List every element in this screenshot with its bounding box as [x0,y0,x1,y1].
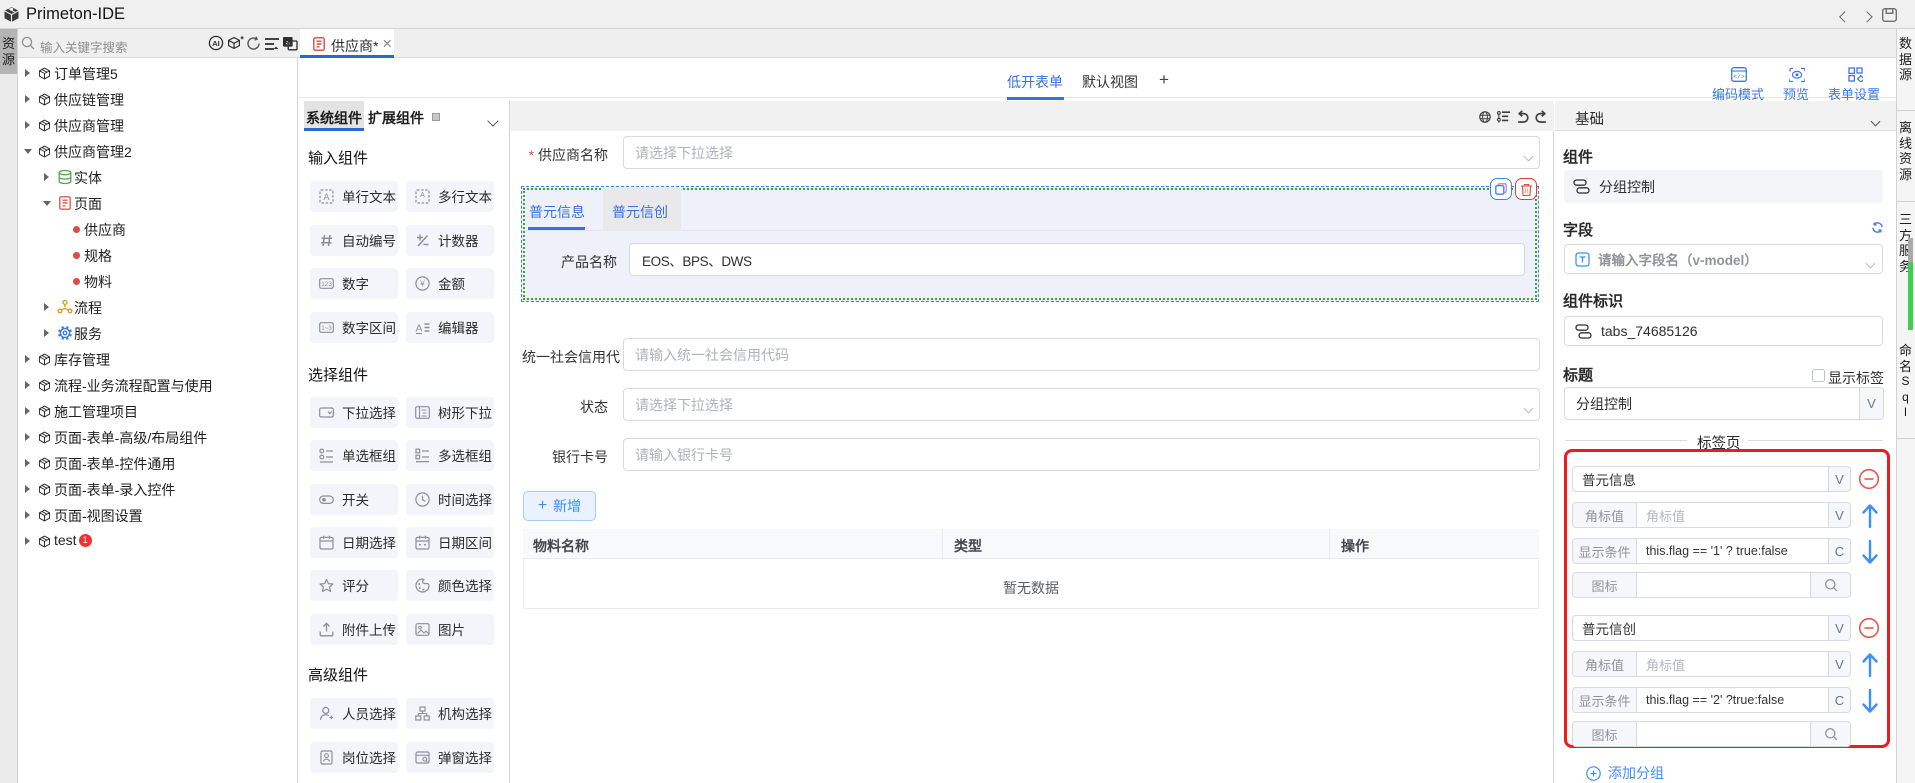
svg-text:A: A [420,192,425,199]
svg-text:A: A [323,192,329,202]
svg-text:¥: ¥ [419,278,425,288]
svg-text:1~3: 1~3 [321,326,332,332]
svg-text:</>: </> [1733,74,1745,81]
svg-text:123: 123 [321,281,332,288]
svg-text:AI: AI [212,39,220,48]
svg-text:A: A [415,322,422,334]
